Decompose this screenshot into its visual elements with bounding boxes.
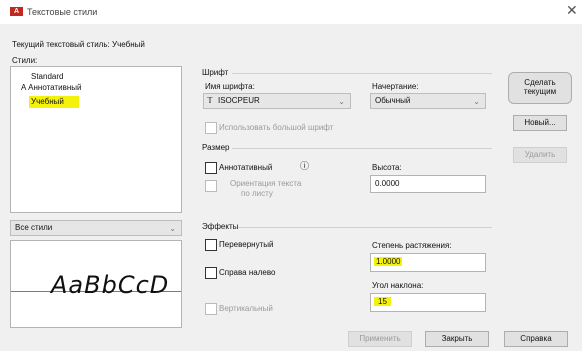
vertical-checkbox[interactable] [205,303,217,315]
close-icon[interactable]: ✕ [566,2,578,19]
current-style-value: Учебный [112,40,145,49]
width-factor-input[interactable]: 1.0000 [370,253,486,272]
font-style-dropdown[interactable]: Обычный ⌄ [370,93,486,109]
help-button[interactable]: Справка [504,331,568,347]
match-orientation-checkbox[interactable] [205,180,217,192]
match-orientation-label-2: по листу [241,189,273,198]
font-name-label: Имя шрифта: [205,82,255,91]
chevron-down-icon: ⌄ [169,224,176,233]
height-input[interactable]: 0.0000 [370,175,486,193]
apply-button[interactable]: Применить [348,331,412,347]
bigfont-checkbox[interactable] [205,122,217,134]
annotative-checkbox[interactable] [205,162,217,174]
annotative-icon: A [21,83,26,92]
oblique-angle-input[interactable]: 15 [370,293,486,312]
delete-style-button[interactable]: Удалить [513,147,567,163]
list-item-annotative[interactable]: A Аннотативный [21,83,81,92]
size-group-divider [232,148,492,149]
annotative-label: Аннотативный [219,163,273,172]
upside-down-label: Перевернутый [219,240,274,249]
font-group-divider [232,73,492,74]
close-button[interactable]: Закрыть [425,331,489,347]
backwards-label: Справа налево [219,268,276,277]
effects-group-label: Эффекты [202,222,239,231]
set-current-button[interactable]: Сделать текущим [508,72,572,104]
preview-text: AaBbCcD [51,271,170,299]
height-label: Высота: [372,163,402,172]
size-group-label: Размер [202,143,230,152]
chevron-down-icon: ⌄ [473,97,480,106]
window-title: Текстовые стили [27,7,98,17]
font-style-label: Начертание: [372,82,419,91]
styles-label: Стили: [12,56,38,65]
list-item-standard[interactable]: Standard [31,72,63,81]
effects-group-divider [238,227,492,228]
new-style-button[interactable]: Новый... [513,115,567,131]
current-style-label: Текущий текстовый стиль: [12,40,110,49]
width-factor-label: Степень растяжения: [372,241,452,250]
font-group-label: Шрифт [202,68,229,77]
styles-list[interactable]: Standard A Аннотативный Учебный [10,66,182,213]
match-orientation-label-1: Ориентация текста [230,179,302,188]
oblique-angle-label: Угол наклона: [372,281,424,290]
vertical-label: Вертикальный [219,304,273,313]
styles-filter-dropdown[interactable]: Все стили ⌄ [10,220,182,236]
font-name-dropdown[interactable]: 𝕋 ISOCPEUR ⌄ [203,93,351,109]
backwards-checkbox[interactable] [205,267,217,279]
style-preview: AaBbCcD [10,240,182,328]
app-icon: A [10,7,23,16]
info-icon[interactable]: ⓘ [300,159,309,172]
bigfont-label: Использовать большой шрифт [219,123,334,132]
upside-down-checkbox[interactable] [205,239,217,251]
chevron-down-icon: ⌄ [338,97,345,106]
list-item-selected[interactable]: Учебный [29,96,79,108]
truetype-font-icon: 𝕋 [207,96,213,105]
